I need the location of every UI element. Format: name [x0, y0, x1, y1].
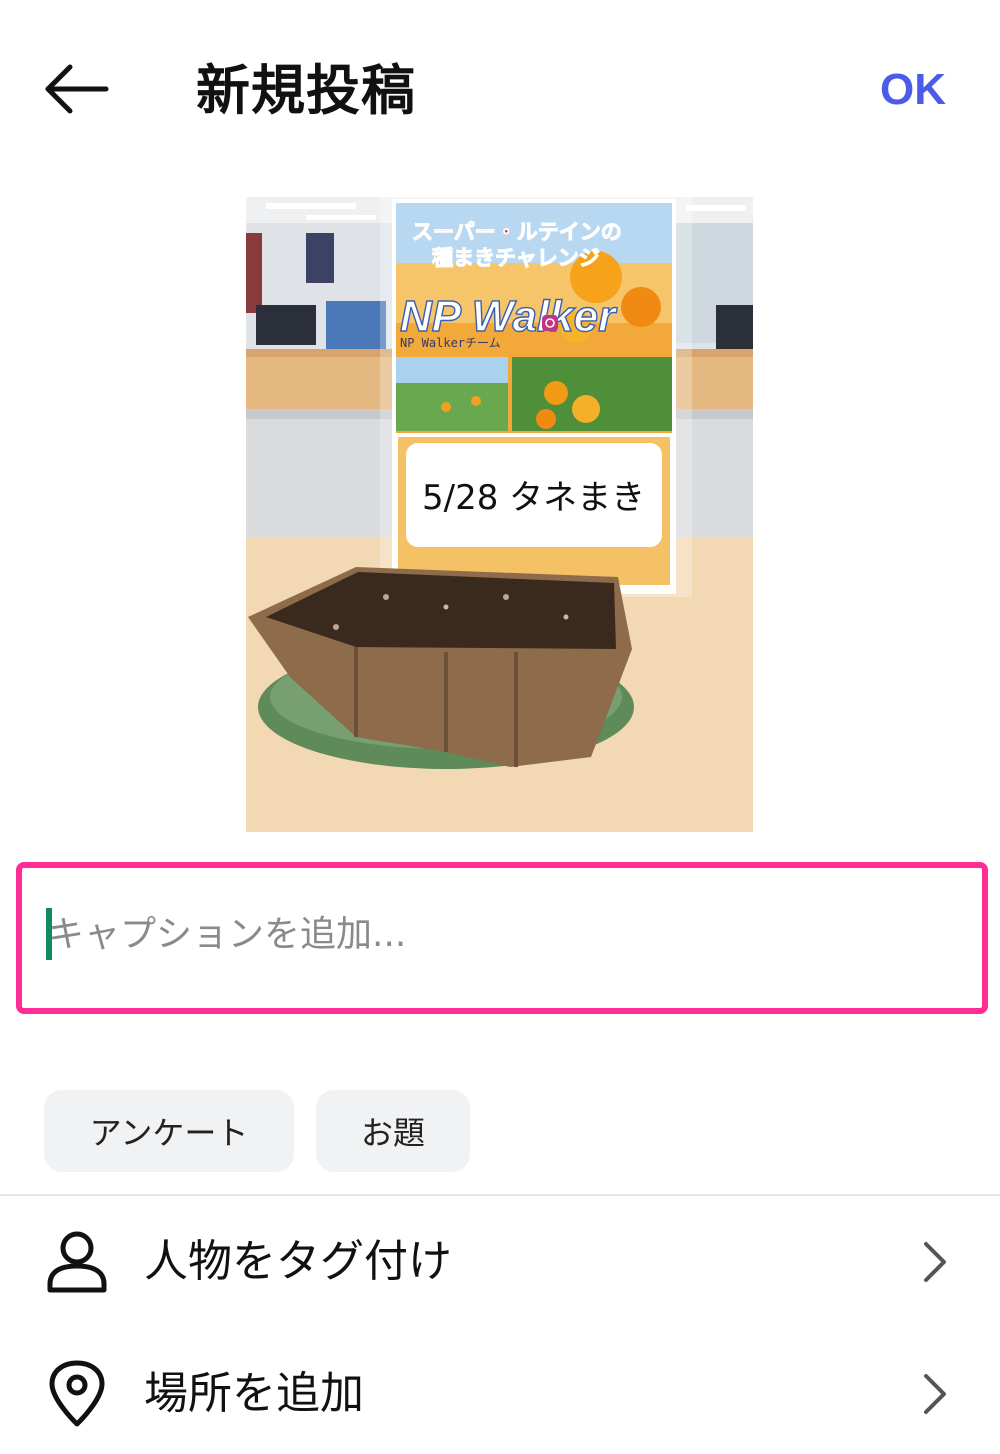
poster-handwriting: 5/28 タネまき [422, 478, 645, 518]
ok-button[interactable]: OK [880, 62, 946, 118]
poster-brand: NP Walker [400, 292, 618, 341]
photo-image: スーパー・ルテインの 種まきチャレンジ NP Walker NP Walkerチ… [246, 197, 753, 832]
header-bar: 新規投稿 OK [0, 0, 1000, 180]
divider [0, 1194, 1000, 1196]
poster-title-line2: 種まきチャレンジ [432, 246, 600, 270]
caption-input[interactable] [48, 902, 948, 966]
caption-field[interactable] [16, 862, 988, 1014]
add-location-row[interactable]: 場所を追加 [0, 1334, 1000, 1454]
arrow-left-icon [45, 64, 109, 114]
poster-team: NP Walkerチーム [400, 336, 501, 350]
post-option-chips: アンケート お題 [44, 1090, 470, 1172]
person-icon [44, 1228, 110, 1296]
back-button[interactable] [40, 58, 112, 120]
instagram-icon [542, 315, 558, 331]
tag-people-row[interactable]: 人物をタグ付け [0, 1202, 1000, 1322]
topic-chip[interactable]: お題 [316, 1090, 470, 1172]
poll-chip[interactable]: アンケート [44, 1090, 294, 1172]
add-location-label: 場所を追加 [144, 1368, 364, 1419]
chevron-right-icon [920, 1240, 950, 1284]
poster-title-line1: スーパー・ルテインの [412, 220, 622, 244]
page-title: 新規投稿 [196, 59, 416, 122]
location-pin-icon [44, 1360, 110, 1428]
post-photo[interactable]: スーパー・ルテインの 種まきチャレンジ NP Walker NP Walkerチ… [246, 197, 753, 832]
chevron-right-icon [920, 1372, 950, 1416]
tag-people-label: 人物をタグ付け [144, 1236, 452, 1287]
